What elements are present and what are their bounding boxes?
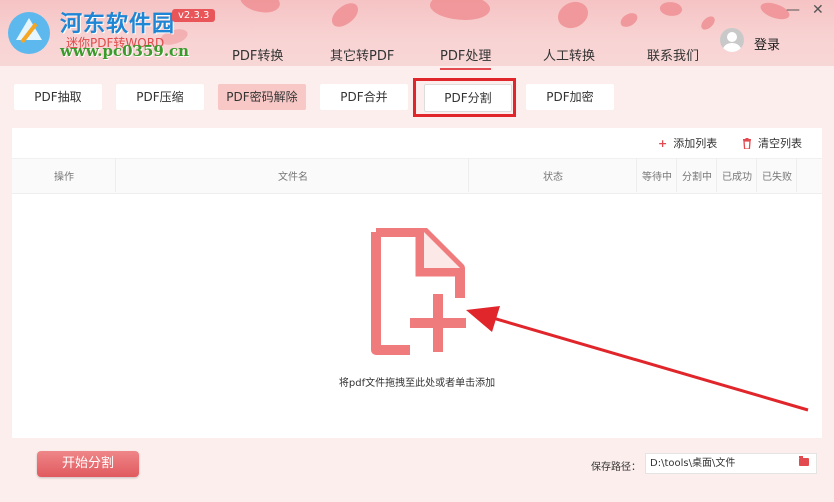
- column-divider: [676, 158, 677, 192]
- column-divider: [468, 158, 469, 192]
- trash-icon: [743, 137, 751, 149]
- version-badge: v2.3.3: [172, 9, 216, 22]
- nav-item-other-to-pdf[interactable]: 其它转PDF: [330, 45, 394, 64]
- column-header-splitting: 分割中: [682, 172, 712, 183]
- petal-decoration: [658, 0, 684, 19]
- nav-item-pdf-process[interactable]: PDF处理: [440, 45, 492, 70]
- column-divider: [756, 158, 757, 192]
- avatar[interactable]: [720, 28, 744, 52]
- close-button[interactable]: ✕: [812, 2, 824, 18]
- petal-decoration: [327, 0, 363, 31]
- nav-item-contact[interactable]: 联系我们: [647, 45, 699, 64]
- column-divider: [796, 158, 797, 192]
- add-list-button[interactable]: + 添加列表: [658, 135, 717, 151]
- login-link[interactable]: 登录: [754, 34, 780, 53]
- column-header-filename: 文件名: [278, 172, 308, 183]
- column-header-failed: 已失败: [762, 172, 792, 183]
- subtab-pdf-encrypt[interactable]: PDF加密: [526, 84, 614, 110]
- petal-decoration: [237, 0, 283, 19]
- clear-list-label: 清空列表: [758, 137, 802, 150]
- start-split-button[interactable]: 开始分割: [37, 451, 139, 477]
- petal-decoration: [698, 14, 718, 32]
- petal-decoration: [428, 0, 492, 26]
- watermark-url: www.pc0359.cn: [60, 42, 190, 60]
- minimize-button[interactable]: —: [786, 2, 800, 18]
- nav-item-manual-convert[interactable]: 人工转换: [543, 45, 595, 64]
- subtab-pdf-merge[interactable]: PDF合并: [320, 84, 408, 110]
- subtab-pdf-extract[interactable]: PDF抽取: [14, 84, 102, 110]
- folder-icon[interactable]: [799, 456, 809, 466]
- subtab-pdf-compress[interactable]: PDF压缩: [116, 84, 204, 110]
- save-path-field[interactable]: D:\tools\桌面\文件: [645, 453, 817, 474]
- plus-icon: +: [658, 136, 668, 150]
- column-header-waiting: 等待中: [642, 172, 672, 183]
- petal-decoration: [553, 0, 593, 35]
- annotation-arrow: [466, 306, 809, 412]
- column-divider: [716, 158, 717, 192]
- clear-list-button[interactable]: 清空列表: [742, 135, 802, 151]
- annotation-highlight-box: [413, 78, 516, 117]
- add-list-label: 添加列表: [673, 137, 718, 150]
- column-header-success: 已成功: [722, 172, 752, 183]
- column-header-action: 操作: [54, 172, 74, 183]
- column-divider: [636, 158, 637, 192]
- column-divider: [115, 158, 116, 192]
- app-logo-icon: [8, 12, 50, 54]
- petal-decoration: [618, 11, 640, 29]
- nav-item-pdf-convert[interactable]: PDF转换: [232, 45, 283, 64]
- save-path-label: 保存路径：: [591, 462, 641, 473]
- add-file-icon[interactable]: [368, 228, 468, 356]
- column-header-status: 状态: [543, 172, 563, 183]
- subtab-pdf-password-remove[interactable]: PDF密码解除: [218, 84, 306, 110]
